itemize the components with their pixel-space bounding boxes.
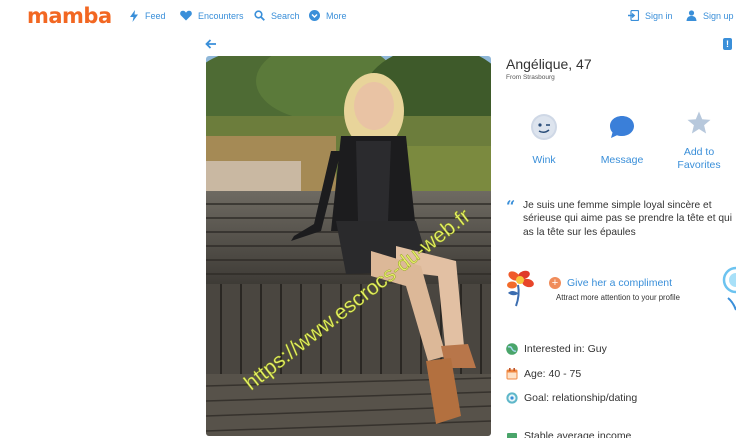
profile-photo[interactable]: https://www.escrocs-du-web.fr <box>206 56 491 436</box>
message-button[interactable]: Message <box>582 112 662 166</box>
heart-icon <box>180 10 192 21</box>
top-nav: mamba Feed Encounters Search More Sign i… <box>0 0 750 34</box>
message-label: Message <box>600 154 644 166</box>
income-text: Stable average income <box>524 430 632 438</box>
more-chevron-icon <box>309 10 320 21</box>
nav-encounters[interactable]: Encounters <box>180 10 244 21</box>
sign-up-link[interactable]: Sign up <box>686 10 734 21</box>
nav-encounters-label: Encounters <box>198 10 244 21</box>
sign-in-label: Sign in <box>645 10 673 21</box>
nav-feed-label: Feed <box>145 11 166 21</box>
back-arrow-icon[interactable] <box>205 38 217 50</box>
sign-in-link[interactable]: Sign in <box>628 10 673 21</box>
income-icon <box>507 433 517 438</box>
interested-in-row: Interested in: Guy <box>506 343 607 355</box>
sign-up-label: Sign up <box>703 10 734 21</box>
report-icon[interactable]: ! <box>723 38 732 50</box>
nav-more[interactable]: More <box>309 10 347 21</box>
goal-text: Goal: relationship/dating <box>524 392 638 404</box>
calendar-icon <box>506 368 518 380</box>
flower-icon <box>507 270 534 307</box>
favorites-label: Add to Favorites <box>677 146 721 171</box>
income-row: Stable average income <box>506 430 631 438</box>
age-text: Age: 40 - 75 <box>524 368 582 380</box>
target-icon <box>506 392 518 404</box>
compliment-subtitle: Attract more attention to your profile <box>556 293 680 302</box>
wink-icon <box>529 112 559 142</box>
nav-more-label: More <box>326 10 347 21</box>
user-icon <box>686 10 697 21</box>
age-row: Age: 40 - 75 <box>506 368 581 380</box>
logo[interactable]: mamba <box>27 4 112 28</box>
message-icon <box>607 112 637 142</box>
profile-photo-image: https://www.escrocs-du-web.fr <box>206 56 491 436</box>
wink-button[interactable]: Wink <box>504 112 584 166</box>
nav-search-label: Search <box>271 10 300 21</box>
interested-in-text: Interested in: Guy <box>524 343 607 355</box>
search-icon <box>254 10 265 21</box>
sign-in-icon <box>628 10 639 21</box>
nav-feed[interactable]: Feed <box>129 10 166 22</box>
quote-icon: “ <box>506 197 516 216</box>
plus-icon[interactable]: + <box>549 277 561 289</box>
feed-bolt-icon <box>130 10 138 22</box>
wink-label: Wink <box>532 154 556 166</box>
carousel-edge-icon <box>722 266 736 311</box>
nav-search[interactable]: Search <box>254 10 300 21</box>
give-compliment-link[interactable]: Give her a compliment <box>567 277 672 289</box>
star-icon <box>684 108 714 138</box>
goal-row: Goal: relationship/dating <box>506 392 637 404</box>
about-text: Je suis une femme simple loyal sincère e… <box>523 200 732 238</box>
profile-location: From Strasbourg <box>506 74 555 81</box>
globe-icon <box>506 343 518 355</box>
profile-name: Angélique, 47 <box>506 56 592 72</box>
add-to-favorites-button[interactable]: Add to Favorites <box>659 108 739 172</box>
